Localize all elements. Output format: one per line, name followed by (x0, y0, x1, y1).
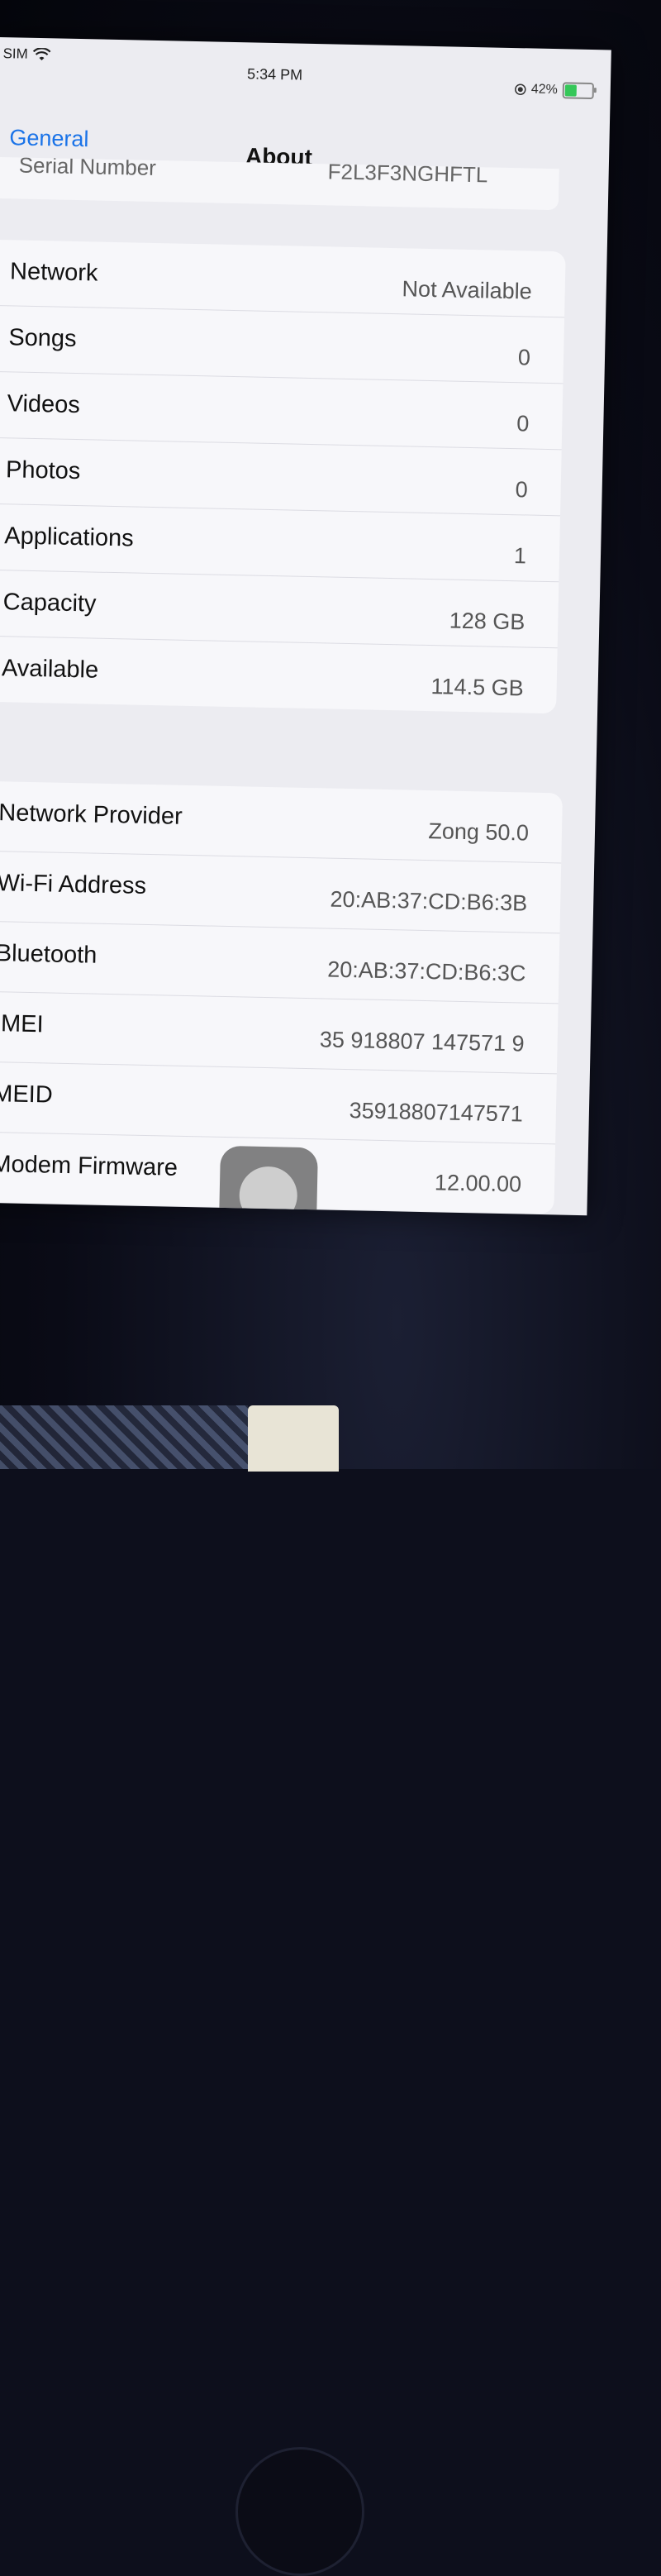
row-label: Modem Firmware (0, 1151, 178, 1181)
row-label: Available (1, 655, 99, 684)
network-info-row[interactable]: Bluetooth 20:AB:37:CD:B6:3C (0, 921, 560, 1004)
row-label: Bluetooth (0, 940, 97, 969)
row-label: Wi-Fi Address (0, 870, 147, 899)
status-time: 5:34 PM (246, 65, 303, 83)
row-label: Videos (7, 390, 81, 419)
assistive-touch-button[interactable] (218, 1145, 318, 1216)
row-value: 128 GB (449, 608, 525, 635)
row-value: 0 (515, 477, 528, 503)
row-value: 35 918807 147571 9 (319, 1027, 525, 1057)
row-value: 114.5 GB (430, 674, 524, 701)
wifi-icon (33, 47, 51, 61)
home-button[interactable] (235, 2447, 364, 2576)
row-label: Capacity (2, 589, 97, 618)
media-info-row[interactable]: Applications 1 (0, 503, 561, 583)
network-info-row[interactable]: Wi-Fi Address 20:AB:37:CD:B6:3B (0, 851, 562, 934)
network-info-row[interactable]: MEID 35918807147571 (0, 1061, 557, 1145)
media-info-row[interactable]: Videos 0 (0, 371, 564, 451)
row-value: 0 (517, 345, 531, 370)
media-info-row[interactable]: Network Not Available (0, 239, 566, 318)
row-label: Network (9, 258, 98, 287)
device-screen: SIM 5:34 PM 42% General About Serial Num… (0, 37, 611, 1216)
row-label: Applications (4, 522, 135, 552)
row-label: Network Provider (0, 799, 183, 830)
media-info-row[interactable]: Songs 0 (0, 305, 565, 384)
network-info-row[interactable]: Network Provider Zong 50.0 (0, 780, 563, 864)
carrier-label: SIM (2, 45, 29, 62)
row-value: Zong 50.0 (428, 818, 530, 846)
row-label: MEID (0, 1080, 54, 1109)
fabric-surface (0, 1405, 248, 1469)
media-info-group: Network Not Available Songs 0 Videos 0 Photos 0… (0, 239, 566, 714)
charging-cable (248, 1405, 339, 1472)
row-value: 12.00.00 (434, 1170, 522, 1197)
row-value: 0 (516, 411, 530, 436)
serial-number-label: Serial Number (18, 156, 157, 180)
network-info-row[interactable]: IMEI 35 918807 147571 9 (0, 991, 559, 1075)
row-value: 35918807147571 (349, 1098, 524, 1127)
media-info-row[interactable]: Capacity 128 GB (0, 570, 559, 649)
row-label: IMEI (0, 1010, 44, 1038)
row-value: 1 (513, 543, 527, 569)
status-left: SIM (2, 45, 51, 63)
row-label: Photos (5, 456, 81, 485)
row-label: Songs (8, 324, 77, 353)
media-info-row[interactable]: Photos 0 (0, 437, 562, 517)
back-button[interactable]: General (9, 125, 89, 152)
row-value: 20:AB:37:CD:B6:3C (327, 956, 526, 986)
row-value: 20:AB:37:CD:B6:3B (330, 886, 528, 916)
row-value: Not Available (402, 276, 533, 304)
media-info-row[interactable]: Available 114.5 GB (0, 637, 558, 713)
